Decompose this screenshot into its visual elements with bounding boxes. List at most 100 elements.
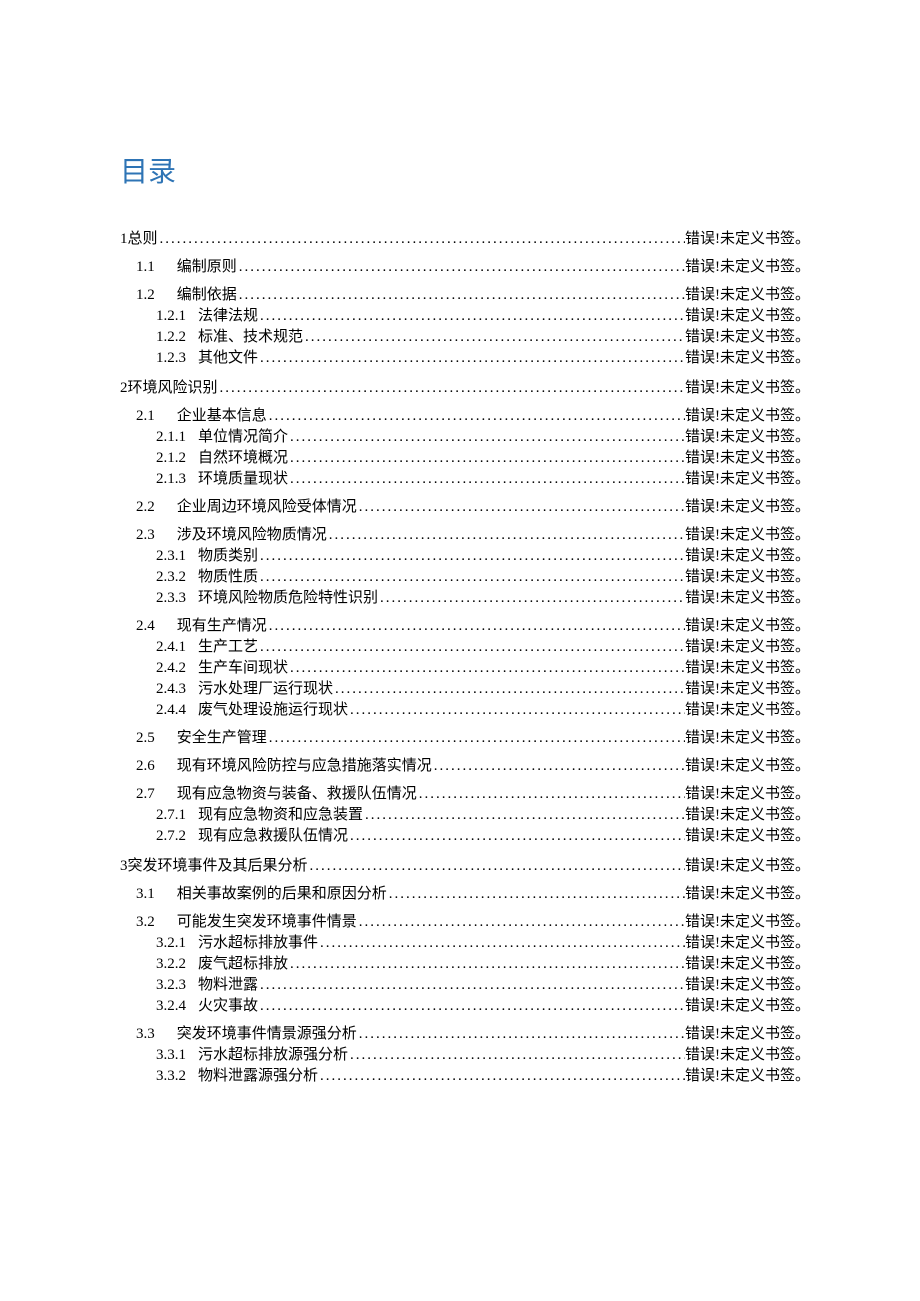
entry-number: 3.3 bbox=[136, 1025, 155, 1043]
leader-dots bbox=[288, 955, 685, 973]
toc-entry: 3 突发环境事件及其后果分析错误!未定义书签。 bbox=[120, 857, 810, 875]
leader-dots bbox=[258, 638, 685, 656]
page-reference: 错误!未定义书签。 bbox=[685, 407, 810, 425]
toc-entry: 2.1.1单位情况简介错误!未定义书签。 bbox=[120, 428, 810, 446]
page-reference: 错误!未定义书签。 bbox=[685, 913, 810, 931]
toc-entry: 2.2 企业周边环境风险受体情况 错误!未定义书签。 bbox=[120, 498, 810, 516]
entry-number: 2.2 bbox=[136, 498, 155, 516]
entry-number: 2.4.3 bbox=[156, 680, 186, 698]
entry-label: 废气超标排放 bbox=[198, 955, 288, 973]
entry-number: 2.4 bbox=[136, 617, 155, 635]
table-of-contents: 1 总则错误!未定义书签。1.1编制原则错误!未定义书签。1.2编制依据错误!未… bbox=[120, 230, 810, 1085]
entry-number: 3.2 bbox=[136, 913, 155, 931]
toc-entry: 1.1编制原则错误!未定义书签。 bbox=[120, 258, 810, 276]
toc-entry: 2.4.2生产车间现状错误!未定义书签。 bbox=[120, 659, 810, 677]
page-reference: 错误!未定义书签。 bbox=[685, 659, 810, 677]
leader-dots bbox=[432, 757, 685, 775]
leader-dots bbox=[237, 258, 685, 276]
entry-label: 现有应急物资与装备、救援队伍情况 bbox=[177, 785, 417, 803]
toc-entry: 2.4.1 生产工艺 错误!未定义书签。 bbox=[120, 638, 810, 656]
entry-number: 2.1.3 bbox=[156, 470, 186, 488]
page-reference: 错误!未定义书签。 bbox=[685, 1025, 810, 1043]
entry-label: 涉及环境风险物质情况 bbox=[177, 526, 327, 544]
entry-number: 2 bbox=[120, 379, 128, 397]
leader-dots bbox=[318, 934, 685, 952]
entry-number: 2.4.1 bbox=[156, 638, 186, 656]
entry-label: 环境质量现状 bbox=[198, 470, 288, 488]
entry-number: 2.4.4 bbox=[156, 701, 186, 719]
page-reference: 错误!未定义书签。 bbox=[685, 1067, 810, 1085]
entry-number: 2.3.1 bbox=[156, 547, 186, 565]
entry-label: 生产工艺 bbox=[198, 638, 258, 656]
toc-entry: 3.3.2物料泄露源强分析错误!未定义书签。 bbox=[120, 1067, 810, 1085]
entry-label: 编制原则 bbox=[177, 258, 237, 276]
leader-dots bbox=[258, 568, 685, 586]
toc-entry: 2.4.4废气处理设施运行现状错误!未定义书签。 bbox=[120, 701, 810, 719]
entry-label: 单位情况简介 bbox=[198, 428, 288, 446]
entry-label: 环境风险识别 bbox=[128, 379, 218, 397]
entry-label: 相关事故案例的后果和原因分析 bbox=[177, 885, 387, 903]
entry-label: 企业基本信息 bbox=[177, 407, 267, 425]
toc-entry: 2.3涉及环境风险物质情况错误!未定义书签。 bbox=[120, 526, 810, 544]
entry-label: 现有应急救援队伍情况 bbox=[198, 827, 348, 845]
toc-entry: 2 环境风险识别 错误!未定义书签。 bbox=[120, 379, 810, 397]
leader-dots bbox=[357, 1025, 685, 1043]
page-reference: 错误!未定义书签。 bbox=[685, 806, 810, 824]
leader-dots bbox=[327, 526, 685, 544]
page-reference: 错误!未定义书签。 bbox=[685, 955, 810, 973]
toc-entry: 3.2.2 废气超标排放 错误!未定义书签。 bbox=[120, 955, 810, 973]
entry-number: 2.6 bbox=[136, 757, 155, 775]
leader-dots bbox=[258, 547, 685, 565]
page-reference: 错误!未定义书签。 bbox=[685, 757, 810, 775]
page-reference: 错误!未定义书签。 bbox=[685, 568, 810, 586]
entry-number: 2.7.1 bbox=[156, 806, 186, 824]
toc-title: 目录 bbox=[120, 150, 810, 190]
page-reference: 错误!未定义书签。 bbox=[685, 638, 810, 656]
page-reference: 错误!未定义书签。 bbox=[685, 379, 810, 397]
entry-label: 总则 bbox=[128, 230, 158, 248]
leader-dots bbox=[258, 997, 685, 1015]
leader-dots bbox=[288, 428, 685, 446]
leader-dots bbox=[348, 1046, 685, 1064]
toc-entry: 2.3.3环境风险物质危险特性识别错误!未定义书签。 bbox=[120, 589, 810, 607]
leader-dots bbox=[237, 286, 685, 304]
toc-entry: 3.3 突发环境事件情景源强分析 错误!未定义书签。 bbox=[120, 1025, 810, 1043]
toc-entry: 2.1.3环境质量现状错误!未定义书签。 bbox=[120, 470, 810, 488]
toc-entry: 3.3.1污水超标排放源强分析错误!未定义书签。 bbox=[120, 1046, 810, 1064]
entry-number: 3.3.1 bbox=[156, 1046, 186, 1064]
page-reference: 错误!未定义书签。 bbox=[685, 857, 810, 875]
entry-label: 污水处理厂运行现状 bbox=[198, 680, 333, 698]
leader-dots bbox=[303, 328, 685, 346]
page-reference: 错误!未定义书签。 bbox=[685, 328, 810, 346]
page-reference: 错误!未定义书签。 bbox=[685, 934, 810, 952]
page-reference: 错误!未定义书签。 bbox=[685, 498, 810, 516]
page-reference: 错误!未定义书签。 bbox=[685, 349, 810, 367]
leader-dots bbox=[357, 913, 685, 931]
page-reference: 错误!未定义书签。 bbox=[685, 230, 810, 248]
toc-entry: 2.5安全生产管理错误!未定义书签。 bbox=[120, 729, 810, 747]
entry-number: 3.2.2 bbox=[156, 955, 186, 973]
entry-label: 物料泄露 bbox=[198, 976, 258, 994]
entry-label: 环境风险物质危险特性识别 bbox=[198, 589, 378, 607]
entry-label: 可能发生突发环境事件情景 bbox=[177, 913, 357, 931]
toc-entry: 2.4现有生产情况错误!未定义书签。 bbox=[120, 617, 810, 635]
entry-number: 1.1 bbox=[136, 258, 155, 276]
toc-entry: 1.2.1法律法规错误!未定义书签。 bbox=[120, 307, 810, 325]
entry-label: 火灾事故 bbox=[198, 997, 258, 1015]
entry-label: 突发环境事件情景源强分析 bbox=[177, 1025, 357, 1043]
entry-label: 现有应急物资和应急装置 bbox=[198, 806, 363, 824]
leader-dots bbox=[267, 729, 685, 747]
page-reference: 错误!未定义书签。 bbox=[685, 307, 810, 325]
page-reference: 错误!未定义书签。 bbox=[685, 785, 810, 803]
entry-label: 法律法规 bbox=[198, 307, 258, 325]
toc-entry: 1.2编制依据错误!未定义书签。 bbox=[120, 286, 810, 304]
leader-dots bbox=[288, 470, 685, 488]
entry-label: 企业周边环境风险受体情况 bbox=[177, 498, 357, 516]
entry-label: 污水超标排放事件 bbox=[198, 934, 318, 952]
entry-number: 3 bbox=[120, 857, 128, 875]
leader-dots bbox=[357, 498, 685, 516]
leader-dots bbox=[288, 659, 685, 677]
entry-number: 3.2.3 bbox=[156, 976, 186, 994]
page-reference: 错误!未定义书签。 bbox=[685, 286, 810, 304]
leader-dots bbox=[267, 407, 685, 425]
